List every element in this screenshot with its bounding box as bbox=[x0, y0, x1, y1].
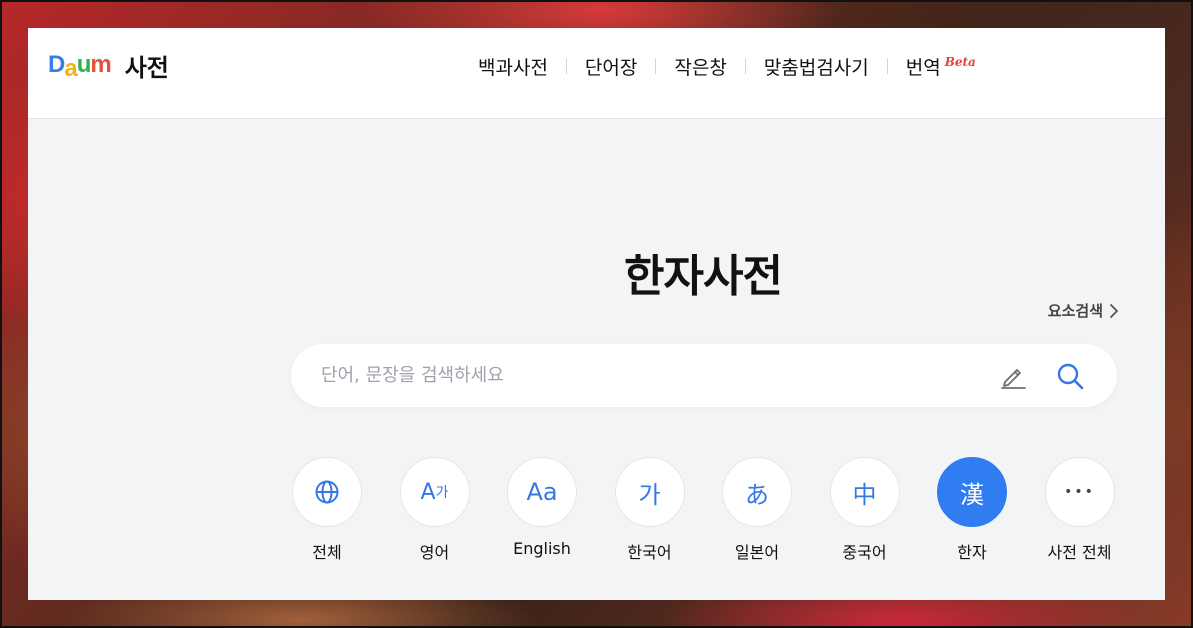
element-search-link[interactable]: 요소검색 bbox=[1048, 300, 1119, 321]
element-search-label: 요소검색 bbox=[1047, 302, 1103, 320]
handwriting-button[interactable] bbox=[998, 361, 1028, 391]
search-box bbox=[291, 344, 1117, 407]
han-icon: 漢 bbox=[937, 457, 1007, 527]
search-button[interactable] bbox=[1055, 361, 1085, 391]
nav-wordbook[interactable]: 단어장 bbox=[585, 53, 637, 80]
ga-icon: 가 bbox=[614, 457, 685, 527]
nav-divider bbox=[565, 58, 567, 74]
category-label: 영어 bbox=[419, 543, 450, 562]
service-name: 사전 bbox=[124, 53, 169, 82]
category-label: 한국어 bbox=[627, 543, 672, 562]
search-icon bbox=[1057, 363, 1084, 390]
nav-spell-checker[interactable]: 맞춤법검사기 bbox=[764, 53, 869, 80]
category-english-korean[interactable]: A가 영어 bbox=[399, 457, 470, 563]
globe-icon bbox=[315, 480, 339, 504]
category-all-dictionaries[interactable]: ••• 사전 전체 bbox=[1044, 457, 1115, 563]
nav-divider bbox=[655, 58, 657, 74]
more-dots: ••• bbox=[1064, 484, 1095, 500]
glyph-main: A bbox=[420, 479, 436, 505]
category-japanese[interactable]: あ 일본어 bbox=[722, 457, 792, 563]
nav-divider bbox=[744, 58, 746, 74]
pen-icon bbox=[1001, 369, 1026, 389]
nav-translate[interactable]: 번역 Beta bbox=[906, 53, 976, 80]
a-ga-icon: A가 bbox=[399, 457, 470, 527]
category-label: 전체 bbox=[312, 543, 342, 562]
global-nav: 백과사전 단어장 작은창 맞춤법검사기 번역 Beta bbox=[478, 52, 976, 80]
category-english[interactable]: Aa English bbox=[507, 457, 577, 563]
category-chinese[interactable]: 中 중국어 bbox=[829, 457, 900, 563]
nav-mini-window[interactable]: 작은창 bbox=[674, 53, 726, 80]
nav-translate-label: 번역 bbox=[905, 56, 941, 79]
nav-divider bbox=[886, 58, 888, 74]
category-hanja[interactable]: 漢 한자 bbox=[937, 457, 1007, 563]
dictionary-categories: 전체 A가 영어 Aa English 가 한국어 あ 일본어 中 중국어 漢 … bbox=[292, 457, 1115, 563]
category-label: 사전 전체 bbox=[1047, 543, 1112, 562]
category-circle bbox=[292, 457, 362, 527]
beta-badge: Beta bbox=[944, 55, 976, 69]
zhong-icon: 中 bbox=[829, 457, 900, 527]
chevron-right-icon bbox=[1110, 303, 1118, 318]
category-korean[interactable]: 가 한국어 bbox=[614, 457, 685, 563]
glyph-sub: 가 bbox=[435, 485, 449, 501]
aa-icon: Aa bbox=[507, 457, 577, 527]
hiragana-a-icon: あ bbox=[722, 457, 792, 527]
nav-encyclopedia[interactable]: 백과사전 bbox=[478, 53, 548, 80]
search-input[interactable] bbox=[321, 344, 981, 407]
category-label: 중국어 bbox=[842, 543, 887, 562]
more-icon: ••• bbox=[1044, 457, 1115, 527]
page-title: 한자사전 bbox=[624, 251, 783, 302]
category-all[interactable]: 전체 bbox=[292, 457, 362, 563]
daum-dictionary-logo[interactable]: Daum 사전 bbox=[48, 50, 169, 82]
category-label: 한자 bbox=[957, 543, 987, 562]
daum-logo-icon: Daum bbox=[48, 51, 112, 82]
dictionary-panel: Daum 사전 백과사전 단어장 작은창 맞춤법검사기 번역 Beta 한자사전… bbox=[28, 28, 1165, 600]
header: Daum 사전 백과사전 단어장 작은창 맞춤법검사기 번역 Beta bbox=[28, 28, 1165, 119]
category-label: 일본어 bbox=[734, 543, 780, 562]
category-label: English bbox=[513, 539, 571, 558]
